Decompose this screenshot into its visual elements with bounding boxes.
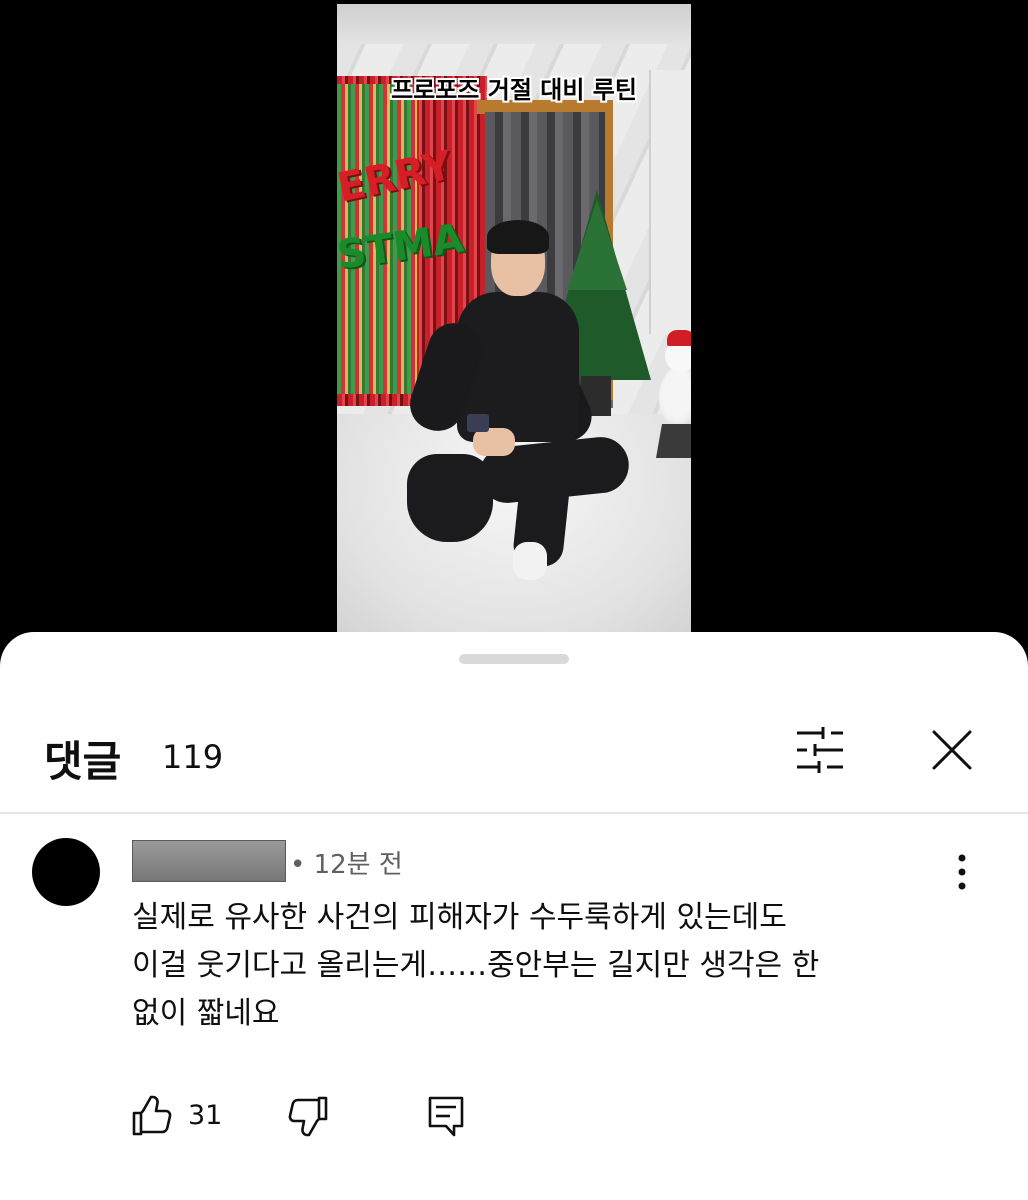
like-count: 31 (188, 1100, 223, 1131)
filter-button[interactable] (790, 720, 850, 780)
author-name-redacted[interactable] (132, 840, 286, 882)
wall-panel (649, 70, 691, 334)
drag-handle[interactable] (459, 654, 569, 664)
comment-line: 이걸 웃기다고 올리는게……중안부는 길지만 생각은 한 (132, 948, 820, 983)
thumbs-down-icon (288, 1096, 328, 1137)
person-sock (513, 542, 547, 580)
kneeling-person (399, 214, 632, 594)
sliders-icon (797, 727, 843, 773)
comment-icon (428, 1096, 464, 1137)
comments-header: 댓글 119 (0, 712, 1028, 812)
comment-text: 실제로 유사한 사건의 피해자가 수두룩하게 있는데도 이걸 웃기다고 올리는게… (132, 894, 962, 1038)
video-caption: 프로포즈 거절 대비 루틴 (391, 76, 637, 104)
like-button[interactable] (130, 1094, 174, 1138)
person-hands (473, 428, 515, 456)
comment-actions: 31 (130, 1094, 530, 1140)
avatar[interactable] (32, 838, 100, 906)
ring-box (467, 414, 489, 432)
video-frame[interactable]: ERRY STMA 프로포즈 거절 대비 루틴 (337, 4, 691, 632)
reply-button[interactable] (424, 1094, 468, 1138)
comments-count: 119 (162, 738, 224, 776)
comment-timestamp: • 12분 전 (290, 850, 403, 880)
person-hair (487, 220, 549, 254)
comment-line: 실제로 유사한 사건의 피해자가 수두룩하게 있는데도 (132, 900, 787, 935)
close-icon (932, 730, 972, 770)
close-button[interactable] (922, 720, 982, 780)
video-player[interactable]: ERRY STMA 프로포즈 거절 대비 루틴 (0, 0, 1028, 640)
snowman-hat (667, 330, 691, 346)
comment-line: 없이 짧네요 (132, 996, 280, 1031)
comments-title: 댓글 (44, 737, 122, 786)
comments-sheet: 댓글 119 • 12분 전 실제로 유사한 사건의 피해자가 수두룩하게 있는… (0, 632, 1028, 1200)
dislike-button[interactable] (286, 1094, 330, 1138)
more-options-button[interactable] (940, 850, 984, 894)
stool (656, 424, 691, 458)
thumbs-up-icon (132, 1095, 172, 1136)
comment-item: • 12분 전 실제로 유사한 사건의 피해자가 수두룩하게 있는데도 이걸 웃… (0, 814, 1028, 1200)
more-vert-icon (958, 854, 966, 890)
